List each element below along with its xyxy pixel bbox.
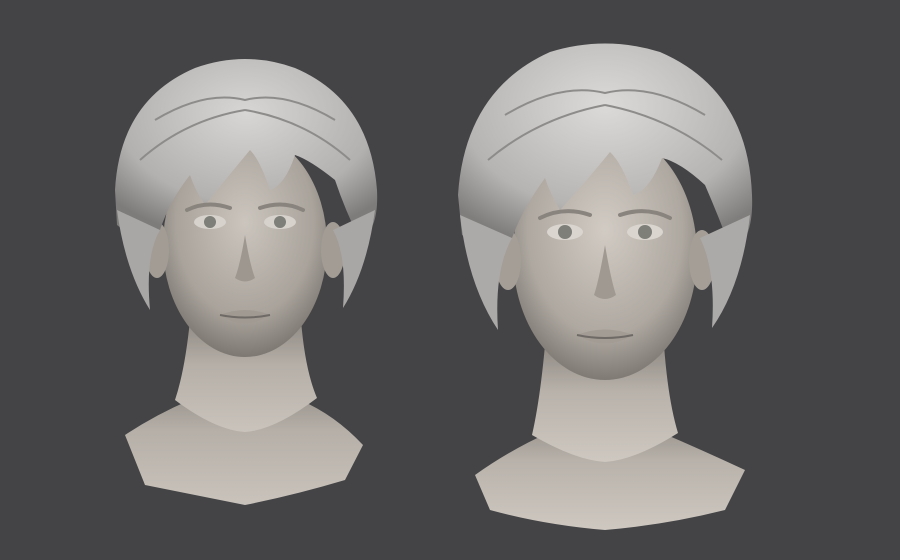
female-bust-model-right: [440, 30, 770, 540]
female-bust-model-left: [95, 40, 395, 510]
render-viewport: [0, 0, 900, 560]
female-bust-right-render: [458, 43, 753, 530]
female-bust-left-render: [115, 59, 378, 505]
